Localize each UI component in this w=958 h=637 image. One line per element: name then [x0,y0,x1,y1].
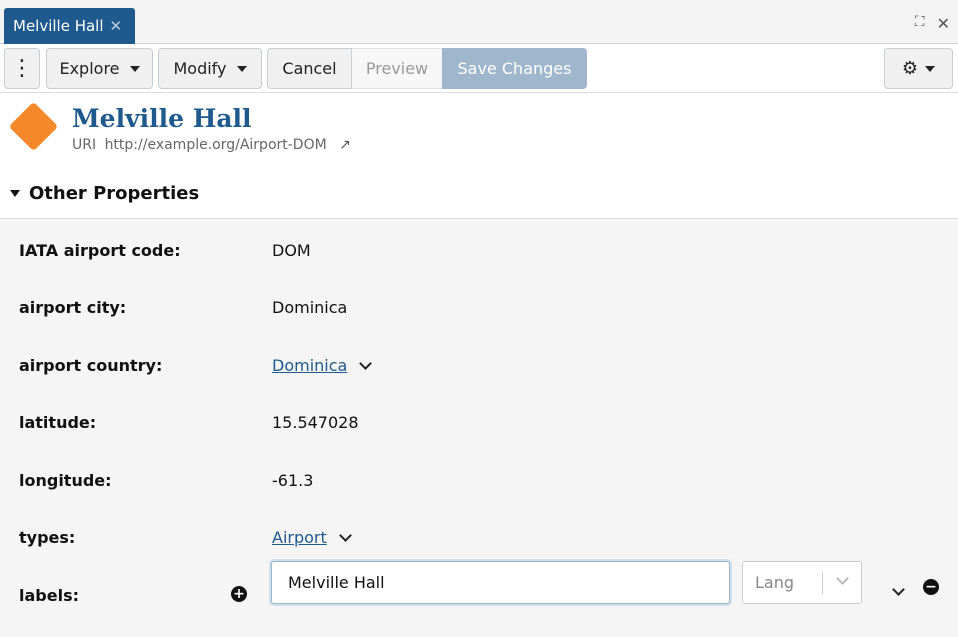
type-link[interactable]: Airport [272,528,327,547]
remove-label-icon[interactable]: − [923,579,939,595]
chevron-down-icon[interactable] [338,529,352,542]
tab-title: Melville Hall [13,17,104,35]
tab-bar: Melville Hall ✕ ⛶ ✕ [0,0,958,44]
preview-button[interactable]: Preview [352,48,442,89]
explore-label: Explore [59,59,120,78]
entity-title: Melville Hall [72,104,252,133]
cancel-button[interactable]: Cancel [267,48,352,89]
label-input[interactable]: Melville Hall [271,561,730,604]
property-label: longitude: [19,471,112,490]
property-row: labels: + Melville Hall Lang − [0,561,958,610]
tab-melville-hall[interactable]: Melville Hall ✕ [4,8,135,44]
property-row: types: Airport [0,522,958,552]
property-row: IATA airport code: DOM [0,235,958,265]
property-value: 15.547028 [272,413,359,432]
kebab-icon: ⋮ [11,56,33,81]
lang-select[interactable]: Lang [742,561,862,604]
property-label: IATA airport code: [19,241,181,260]
property-value: DOM [272,241,311,260]
entity-uri: URI http://example.org/Airport-DOM ↗ [72,137,351,153]
gear-icon: ⚙ [901,58,919,79]
section-title: Other Properties [29,183,200,204]
modify-label: Modify [173,59,227,78]
toolbar: ⋮ Explore Modify Cancel Preview Save Cha… [0,44,958,93]
property-label: latitude: [19,413,97,432]
close-window-icon[interactable]: ✕ [937,14,950,33]
property-label: labels: [19,586,79,605]
caret-down-icon [236,65,247,72]
properties-panel: IATA airport code: DOM airport city: Dom… [0,219,958,637]
close-icon[interactable]: ✕ [110,17,123,35]
property-row: airport country: Dominica [0,350,958,380]
chevron-down-icon[interactable] [359,357,373,370]
modify-button[interactable]: Modify [158,48,262,89]
triangle-down-icon [10,190,20,197]
property-row: airport city: Dominica [0,292,958,322]
property-row: longitude: -61.3 [0,465,958,495]
lang-separator [822,572,823,594]
uri-prefix: URI [72,137,97,153]
property-row: latitude: 15.547028 [0,407,958,437]
maximize-icon[interactable]: ⛶ [915,14,925,33]
property-value: -61.3 [272,471,314,490]
property-label: airport city: [19,298,127,317]
property-value: Dominica [272,298,348,317]
property-label: airport country: [19,356,163,375]
external-link-icon[interactable]: ↗ [339,137,351,153]
property-label: types: [19,528,76,547]
chevron-down-icon[interactable] [892,583,905,596]
save-changes-button[interactable]: Save Changes [442,48,587,89]
property-value-wrap: Airport [272,528,352,547]
lang-placeholder: Lang [755,573,795,592]
country-link[interactable]: Dominica [272,356,347,375]
section-toggle-other-properties[interactable]: Other Properties [10,183,199,204]
settings-button[interactable]: ⚙ [884,48,953,89]
add-label-icon[interactable]: + [231,586,247,602]
property-value-wrap: Dominica [272,356,373,375]
uri-value: http://example.org/Airport-DOM [104,137,327,153]
more-actions-button[interactable]: ⋮ [4,48,40,89]
window-controls: ⛶ ✕ [915,14,950,33]
chevron-down-icon [836,572,849,585]
caret-down-icon [925,65,936,72]
edit-button-group: Cancel Preview Save Changes [267,48,587,89]
caret-down-icon [129,65,140,72]
explore-button[interactable]: Explore [46,48,153,89]
